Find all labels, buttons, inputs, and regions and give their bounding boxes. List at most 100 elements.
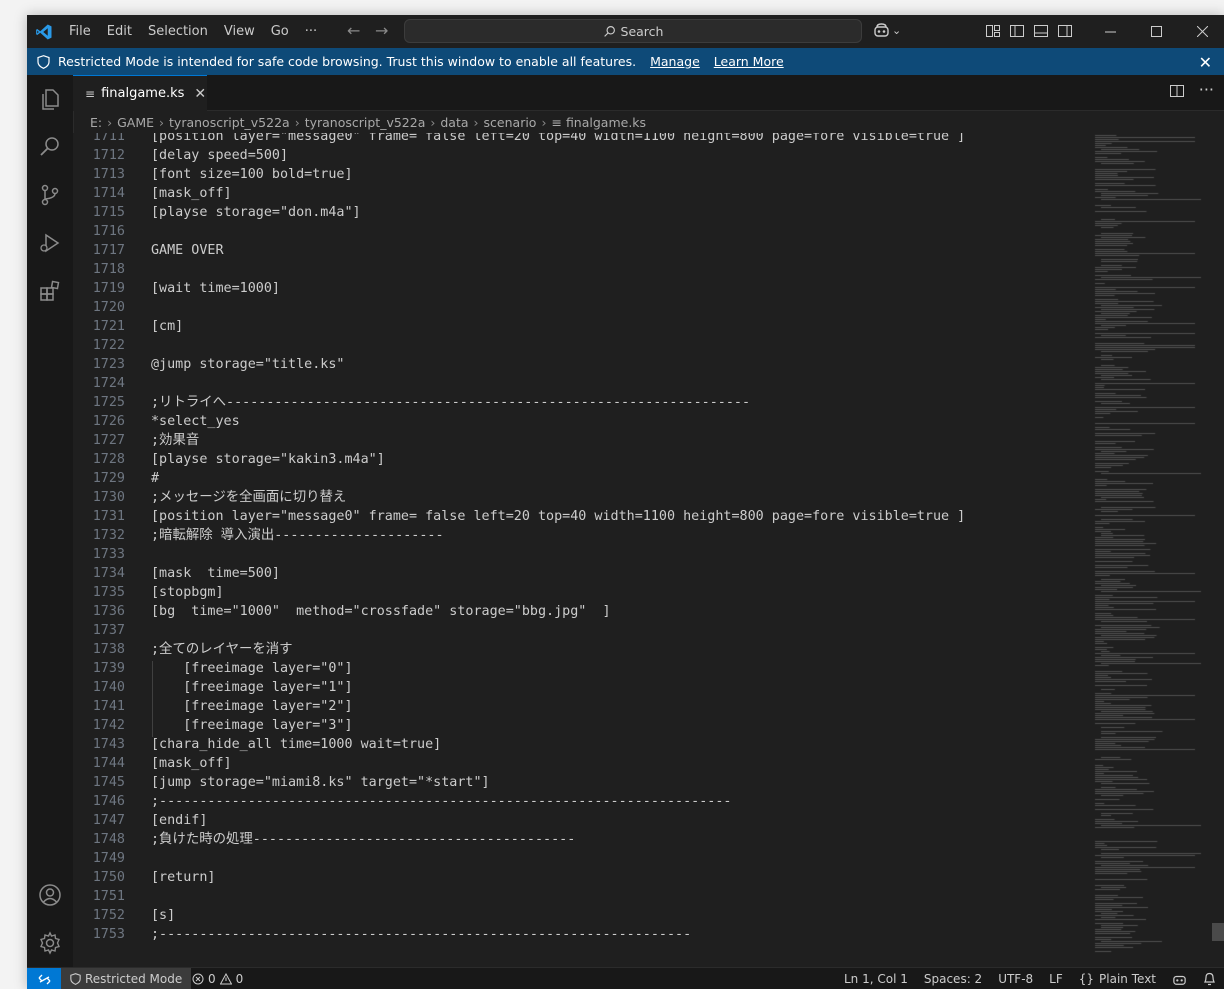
- split-editor-icon[interactable]: [1169, 83, 1185, 99]
- menu-view[interactable]: View: [216, 15, 263, 48]
- code-line[interactable]: 1715 [playse storage="don.m4a"]: [73, 203, 1083, 222]
- line-number: 1740: [92, 680, 125, 695]
- indentation[interactable]: Spaces: 2: [924, 972, 982, 986]
- breadcrumb-folder[interactable]: tyranoscript_v522a: [305, 115, 426, 130]
- breadcrumb-drive[interactable]: E:: [90, 115, 102, 130]
- line-number: 1751: [92, 889, 125, 904]
- code-line[interactable]: 1731 [position layer="message0" frame= fa…: [73, 507, 1083, 526]
- code-line[interactable]: 1726 *select_yes: [73, 412, 1083, 431]
- code-line[interactable]: 1728 [playse storage="kakin3.m4a"]: [73, 450, 1083, 469]
- code-line[interactable]: 1719 [wait time=1000]: [73, 279, 1083, 298]
- code-line[interactable]: 1749: [73, 849, 1083, 868]
- breadcrumb-folder[interactable]: tyranoscript_v522a: [169, 115, 290, 130]
- code-line[interactable]: 1738 ;全てのレイヤーを消す: [73, 640, 1083, 659]
- code-line[interactable]: 1720: [73, 298, 1083, 317]
- code-line[interactable]: 1745 [jump storage="miami8.ks" target="*s…: [73, 773, 1083, 792]
- code-line[interactable]: 1718: [73, 260, 1083, 279]
- tab-finalgame[interactable]: ≡ finalgame.ks ✕: [73, 75, 207, 111]
- search-view-icon[interactable]: [38, 135, 62, 159]
- code-line[interactable]: 1742 [freeimage layer="3"]: [73, 716, 1083, 735]
- code-line[interactable]: 1725 ;リトライへ------------------------------…: [73, 393, 1083, 412]
- status-right-items: Ln 1, Col 1 Spaces: 2 UTF-8 LF {} Plain …: [844, 968, 1216, 989]
- settings-gear-icon[interactable]: [38, 931, 62, 955]
- toggle-secondary-sidebar-icon[interactable]: [1057, 23, 1073, 39]
- breadcrumb-folder[interactable]: GAME: [117, 115, 154, 130]
- toggle-panel-icon[interactable]: [1033, 23, 1049, 39]
- code-line[interactable]: 1735 [stopbgm]: [73, 583, 1083, 602]
- scrollbar-thumb[interactable]: [1212, 923, 1224, 941]
- account-icon[interactable]: [38, 883, 62, 907]
- breadcrumb-file[interactable]: finalgame.ks: [566, 115, 646, 130]
- menu-edit[interactable]: Edit: [99, 15, 140, 48]
- cursor-position[interactable]: Ln 1, Col 1: [844, 972, 908, 986]
- code-line[interactable]: 1736 [bg time="1000" method="crossfade" s…: [73, 602, 1083, 621]
- learn-more-link[interactable]: Learn More: [714, 54, 784, 69]
- code-line[interactable]: 1712 [delay speed=500]: [73, 146, 1083, 165]
- code-line[interactable]: 1739 [freeimage layer="0"]: [73, 659, 1083, 678]
- manage-link[interactable]: Manage: [650, 54, 700, 69]
- close-tab-icon[interactable]: ✕: [194, 86, 206, 102]
- code-line[interactable]: 1746 ;-----------------------------------…: [73, 792, 1083, 811]
- code-line[interactable]: 1737: [73, 621, 1083, 640]
- command-center-search[interactable]: Search: [404, 19, 862, 43]
- close-banner-icon[interactable]: ✕: [1199, 53, 1212, 72]
- minimap[interactable]: [1093, 133, 1213, 967]
- code-line[interactable]: 1717 GAME OVER: [73, 241, 1083, 260]
- copilot-button[interactable]: ⌄: [873, 23, 901, 38]
- code-line[interactable]: 1750 [return]: [73, 868, 1083, 887]
- encoding[interactable]: UTF-8: [998, 972, 1033, 986]
- code-line[interactable]: 1748 ;負けた時の処理----------------------------…: [73, 830, 1083, 849]
- customize-layout-icon[interactable]: [985, 23, 1001, 39]
- code-line[interactable]: 1723 @jump storage="title.ks": [73, 355, 1083, 374]
- code-line[interactable]: 1733: [73, 545, 1083, 564]
- menu-file[interactable]: File: [61, 15, 99, 48]
- menu-more[interactable]: ···: [297, 15, 325, 48]
- restricted-mode-indicator[interactable]: Restricted Mode: [61, 968, 192, 989]
- language-mode[interactable]: {} Plain Text: [1079, 972, 1156, 986]
- back-arrow-icon[interactable]: ←: [347, 21, 360, 40]
- code-line[interactable]: 1724: [73, 374, 1083, 393]
- run-debug-icon[interactable]: [38, 231, 62, 255]
- code-line[interactable]: 1747 [endif]: [73, 811, 1083, 830]
- end-of-line[interactable]: LF: [1049, 972, 1063, 986]
- maximize-button[interactable]: [1133, 15, 1179, 48]
- menu-selection[interactable]: Selection: [140, 15, 216, 48]
- code-line[interactable]: 1713 [font size=100 bold=true]: [73, 165, 1083, 184]
- code-line[interactable]: 1743 [chara_hide_all time=1000 wait=true]: [73, 735, 1083, 754]
- vscode-logo-icon[interactable]: [35, 23, 53, 41]
- code-line[interactable]: 1711 [position layer="message0" frame= fa…: [73, 133, 1083, 146]
- code-line[interactable]: 1729 #: [73, 469, 1083, 488]
- code-lines: 1711 [position layer="message0" frame= fa…: [73, 133, 1083, 944]
- remote-indicator-icon[interactable]: [27, 968, 61, 989]
- code-line[interactable]: 1730 ;メッセージを全画面に切り替え: [73, 488, 1083, 507]
- toggle-primary-sidebar-icon[interactable]: [1009, 23, 1025, 39]
- source-control-icon[interactable]: [38, 183, 62, 207]
- code-line[interactable]: 1727 ;効果音: [73, 431, 1083, 450]
- breadcrumb-folder[interactable]: data: [440, 115, 468, 130]
- breadcrumb-folder[interactable]: scenario: [484, 115, 537, 130]
- code-line[interactable]: 1751: [73, 887, 1083, 906]
- code-line[interactable]: 1741 [freeimage layer="2"]: [73, 697, 1083, 716]
- menu-go[interactable]: Go: [263, 15, 297, 48]
- extensions-icon[interactable]: [38, 279, 62, 303]
- notifications-bell-icon[interactable]: [1203, 972, 1216, 986]
- problems-indicator[interactable]: 0 0: [192, 968, 243, 989]
- more-actions-icon[interactable]: ···: [1199, 82, 1214, 99]
- copilot-status-icon[interactable]: [1172, 973, 1187, 986]
- minimize-button[interactable]: [1087, 15, 1133, 48]
- code-line[interactable]: 1732 ;暗転解除 導入演出---------------------: [73, 526, 1083, 545]
- code-line[interactable]: 1734 [mask time=500]: [73, 564, 1083, 583]
- explorer-icon[interactable]: [38, 87, 62, 111]
- code-editor[interactable]: 1711 [position layer="message0" frame= fa…: [73, 133, 1224, 967]
- code-line[interactable]: 1744 [mask_off]: [73, 754, 1083, 773]
- code-line[interactable]: 1722: [73, 336, 1083, 355]
- code-line[interactable]: 1740 [freeimage layer="1"]: [73, 678, 1083, 697]
- forward-arrow-icon[interactable]: →: [375, 21, 388, 40]
- close-window-button[interactable]: [1179, 15, 1224, 48]
- code-line[interactable]: 1721 [cm]: [73, 317, 1083, 336]
- code-line[interactable]: 1753 ;-----------------------------------…: [73, 925, 1083, 944]
- code-line[interactable]: 1716: [73, 222, 1083, 241]
- indent-guide: [152, 661, 153, 737]
- code-line[interactable]: 1714 [mask_off]: [73, 184, 1083, 203]
- code-line[interactable]: 1752 [s]: [73, 906, 1083, 925]
